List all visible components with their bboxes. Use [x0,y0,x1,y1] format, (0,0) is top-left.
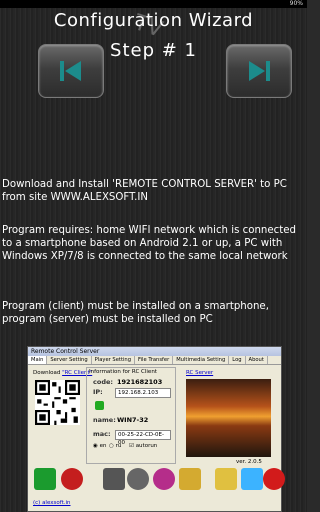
exit-icon [34,468,56,490]
action-icon-row [31,468,285,494]
tab-log: Log [229,356,246,364]
code-label: code: [93,378,113,386]
footer-link: (c) alexsoft.in [33,500,71,506]
tab-bar: Main Server Setting Player Setting File … [28,356,281,365]
battery-level: 90% [289,0,303,7]
monitor-icon [241,468,263,490]
mac-field: 00-25-22-CD-0E-00 [115,430,171,446]
client-install-note: Program (client) must be installed on a … [2,301,269,312]
skip-forward-icon [249,61,270,81]
screen-icon [179,468,201,490]
tab-main: Main [28,356,48,364]
autorun-checkbox: ☑ autorun [129,443,158,449]
tab-file-transfer: File Transfer [135,356,174,364]
lang-en-radio: ◉ en [93,443,107,449]
lang-ru-radio: ○ ru [109,443,122,449]
window-title: Remote Control Server [28,347,281,356]
ip-label: IP: [93,388,103,396]
name-value: WIN7-32 [117,416,149,424]
folder-icon [215,468,237,490]
client-info-panel: Information for RC Client code: 19216821… [86,367,176,464]
mac-label: mac: [93,430,111,438]
tab-player-setting: Player Setting [92,356,136,364]
tab-multimedia-setting: Multimedia Setting [173,356,230,364]
download-instructions: Download and Install 'REMOTE CONTROL SER… [2,179,287,203]
server-install-note: program (server) must be installed on PC [2,314,213,325]
next-step-button[interactable] [226,44,292,98]
previous-step-button[interactable] [38,44,104,98]
power-icon [263,468,285,490]
download-client-line: Download "RC Client" [33,370,93,376]
code-value: 1921682103 [117,378,163,386]
qr-code-image [35,380,80,425]
name-label: name: [93,416,116,424]
sunset-image [186,379,271,457]
skip-back-icon [60,61,81,81]
version-label: ver. 2.0.5 [236,459,262,465]
tab-about: About [246,356,268,364]
page-title: Configuration Wizard [53,10,254,31]
stop-icon [61,468,83,490]
ip-field: 192.168.2.103 [115,388,171,398]
music-icon [153,468,175,490]
settings-icon [103,468,125,490]
refresh-icon [95,401,104,410]
info-header: Information for RC Client [89,369,157,375]
tab-server-setting: Server Setting [47,356,92,364]
status-bar: 90% [0,0,307,8]
requirements-text: Program requires: home WIFI network whic… [2,225,296,262]
server-window-screenshot: Remote Control Server Main Server Settin… [27,346,285,512]
film-reel-icon [127,468,149,490]
install-notes: Program (client) must be installed on a … [2,300,305,326]
rc-server-link: RC Server [186,370,214,376]
